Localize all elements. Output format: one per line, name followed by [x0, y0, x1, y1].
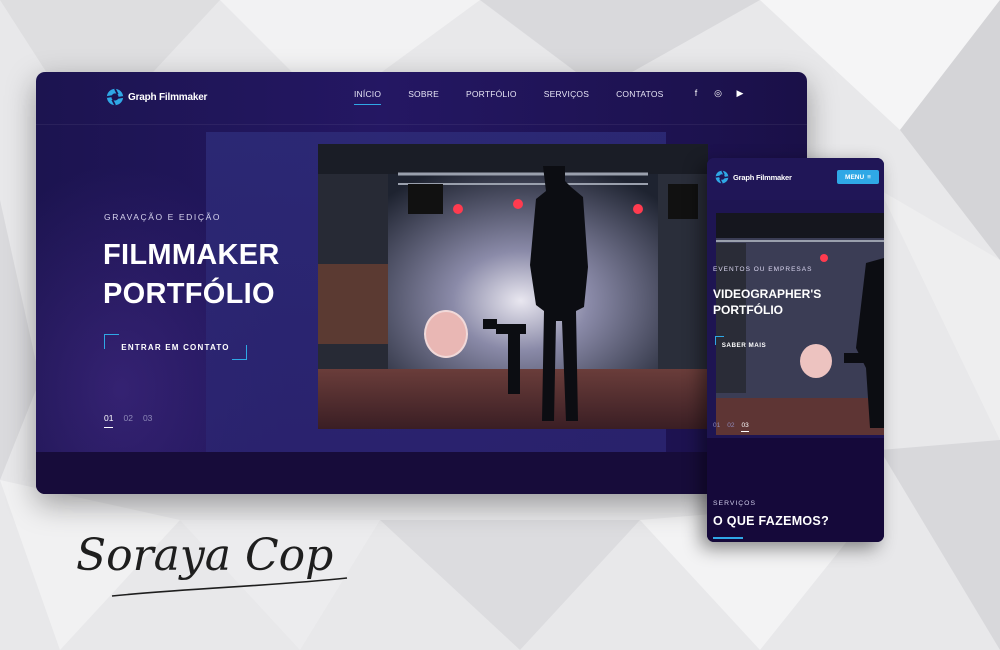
nav-item-servicos[interactable]: SERVIÇOS	[544, 89, 589, 99]
signature: Soraya Cop	[72, 508, 362, 608]
hamburger-icon: ≡	[867, 173, 871, 181]
youtube-icon[interactable]: ▶	[735, 88, 745, 98]
logo-text: Graph Filmmaker	[733, 172, 792, 182]
mobile-site-mockup: Graph Filmmaker MENU ≡ EVENTOS OU EMPRES…	[707, 158, 884, 542]
nav-item-portfolio[interactable]: PORTFÓLIO	[466, 89, 517, 99]
nav-item-inicio[interactable]: INÍCIO	[354, 89, 382, 105]
aperture-logo-icon	[715, 170, 729, 184]
menu-button-label: MENU	[845, 173, 865, 181]
hero-title-line2: PORTFÓLIO	[103, 278, 275, 310]
mobile-hero-title-line1: VIDEOGRAPHER'S	[713, 287, 822, 301]
services-eyebrow: SERVIÇOS	[713, 500, 757, 507]
learn-more-button[interactable]: SABER MAIS	[715, 336, 773, 354]
signature-graphic: Soraya Cop	[76, 530, 348, 597]
slide-indicator-3[interactable]: 03	[143, 413, 152, 423]
hero-photo	[318, 144, 708, 429]
hero-bottom-band	[36, 452, 807, 494]
mobile-hero-photo	[716, 213, 884, 435]
mobile-slide-pagination: 01 02 03	[713, 422, 749, 432]
mobile-logo[interactable]: Graph Filmmaker	[715, 170, 792, 184]
slide-indicator-1[interactable]: 01	[713, 422, 720, 429]
mobile-hero-eyebrow: EVENTOS OU EMPRESAS	[713, 266, 813, 273]
contact-button[interactable]: ENTRAR EM CONTATO	[104, 334, 247, 360]
signature-text: Soraya Cop	[76, 530, 333, 581]
logo[interactable]: Graph Filmmaker	[106, 88, 207, 106]
nav-item-contatos[interactable]: CONTATOS	[616, 89, 663, 99]
services-title: O QUE FAZEMOS?	[713, 514, 830, 528]
hero-title: FILMMAKER PORTFÓLIO	[103, 236, 343, 314]
slide-indicator-3[interactable]: 03	[741, 422, 749, 432]
mobile-hero-title-line2: PORTFÓLIO	[713, 303, 783, 317]
hero-title-line1: FILMMAKER	[103, 239, 280, 271]
social-links: f ◎ ▶	[691, 88, 745, 98]
logo-text: Graph Filmmaker	[128, 91, 208, 103]
menu-button[interactable]: MENU ≡	[837, 170, 879, 184]
nav-item-sobre[interactable]: SOBRE	[408, 89, 439, 99]
desktop-site-mockup: Graph Filmmaker INÍCIO SOBRE PORTFÓLIO S…	[36, 72, 807, 494]
mobile-hero-title: VIDEOGRAPHER'S PORTFÓLIO	[713, 286, 873, 318]
hero-eyebrow: GRAVAÇÃO E EDIÇÃO	[104, 212, 222, 222]
slide-indicator-1[interactable]: 01	[104, 413, 114, 428]
main-menu: INÍCIO SOBRE PORTFÓLIO SERVIÇOS CONTATOS	[354, 89, 691, 105]
slide-pagination: 01 02 03	[104, 413, 152, 428]
aperture-logo-icon	[106, 88, 124, 106]
instagram-icon[interactable]: ◎	[713, 88, 723, 98]
facebook-icon[interactable]: f	[691, 88, 701, 98]
slide-indicator-2[interactable]: 02	[123, 413, 132, 423]
desktop-navbar: Graph Filmmaker INÍCIO SOBRE PORTFÓLIO S…	[36, 72, 807, 125]
services-title-underline	[713, 537, 743, 539]
slide-indicator-2[interactable]: 02	[727, 422, 734, 429]
mobile-navbar: Graph Filmmaker MENU ≡	[707, 158, 884, 200]
